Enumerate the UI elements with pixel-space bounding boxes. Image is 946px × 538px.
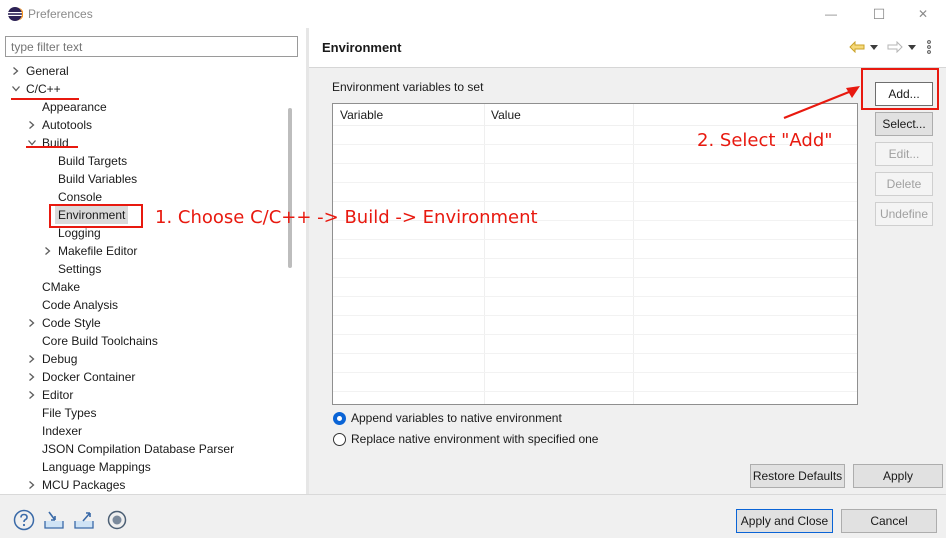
preference-page: Environment Environment variables to set… xyxy=(309,28,946,494)
select-button[interactable]: Select... xyxy=(875,112,933,136)
tree-item-appearance[interactable]: Appearance xyxy=(42,98,107,116)
import-icon[interactable] xyxy=(43,509,65,531)
tree-item-language-mappings[interactable]: Language Mappings xyxy=(42,458,151,476)
tree-item-code-analysis[interactable]: Code Analysis xyxy=(42,296,118,314)
tree-item-build-targets[interactable]: Build Targets xyxy=(58,152,127,170)
table-row xyxy=(333,239,857,240)
chevron-right-icon[interactable] xyxy=(27,314,37,332)
table-row xyxy=(333,258,857,259)
append-radio-label: Append variables to native environment xyxy=(351,411,562,425)
chevron-right-icon[interactable] xyxy=(11,62,21,80)
title-bar: Preferences — ☐ ✕ xyxy=(0,0,946,28)
restore-defaults-button[interactable]: Restore Defaults xyxy=(750,464,845,488)
table-row xyxy=(333,277,857,278)
view-menu-icon[interactable] xyxy=(924,38,934,56)
radio-checked-icon xyxy=(333,411,346,425)
chevron-right-icon[interactable] xyxy=(27,476,37,494)
help-icon[interactable] xyxy=(13,509,35,531)
cancel-button[interactable]: Cancel xyxy=(841,509,937,533)
tree-item-code-style[interactable]: Code Style xyxy=(42,314,101,332)
table-row xyxy=(333,315,857,316)
table-header: Variable Value xyxy=(333,104,857,126)
close-button[interactable]: ✕ xyxy=(900,0,946,28)
tree-item-general[interactable]: General xyxy=(26,62,69,80)
chevron-right-icon[interactable] xyxy=(27,368,37,386)
tree-item-autotools[interactable]: Autotools xyxy=(42,116,92,134)
back-arrow-icon[interactable] xyxy=(848,38,866,56)
page-title: Environment xyxy=(322,40,402,55)
replace-radio[interactable]: Replace native environment with specifie… xyxy=(333,431,598,447)
table-row xyxy=(333,182,857,183)
table-row xyxy=(333,220,857,221)
env-variables-label: Environment variables to set xyxy=(332,80,484,94)
edit-button[interactable]: Edit... xyxy=(875,142,933,166)
page-header: Environment xyxy=(309,28,946,68)
tree-item-json-compilation-database-parser[interactable]: JSON Compilation Database Parser xyxy=(42,440,234,458)
forward-dropdown-icon[interactable] xyxy=(907,38,917,56)
append-radio[interactable]: Append variables to native environment xyxy=(333,410,562,426)
tree-item-console[interactable]: Console xyxy=(58,188,102,206)
table-row xyxy=(333,391,857,392)
tree-scrollbar[interactable] xyxy=(288,108,292,268)
table-row xyxy=(333,296,857,297)
undefine-button[interactable]: Undefine xyxy=(875,202,933,226)
back-dropdown-icon[interactable] xyxy=(869,38,879,56)
tree-item-editor[interactable]: Editor xyxy=(42,386,73,404)
tree-item-c-c[interactable]: C/C++ xyxy=(26,80,61,98)
record-icon[interactable] xyxy=(106,509,128,531)
dialog-footer: Apply and Close Cancel xyxy=(0,494,946,538)
chevron-down-icon[interactable] xyxy=(11,80,21,98)
apply-and-close-button[interactable]: Apply and Close xyxy=(736,509,833,533)
column-header-value[interactable]: Value xyxy=(484,104,633,126)
add-button[interactable]: Add... xyxy=(875,82,933,106)
tree-item-build[interactable]: Build xyxy=(42,134,69,152)
forward-arrow-icon[interactable] xyxy=(886,38,904,56)
table-row xyxy=(333,353,857,354)
delete-button[interactable]: Delete xyxy=(875,172,933,196)
table-row xyxy=(333,372,857,373)
window-title: Preferences xyxy=(28,7,93,21)
chevron-right-icon[interactable] xyxy=(27,350,37,368)
replace-radio-label: Replace native environment with specifie… xyxy=(351,432,599,446)
minimize-button[interactable]: — xyxy=(808,0,854,28)
env-variables-table[interactable]: Variable Value xyxy=(332,103,858,405)
chevron-right-icon[interactable] xyxy=(27,116,37,134)
radio-unchecked-icon xyxy=(333,432,346,446)
tree-item-mcu-packages[interactable]: MCU Packages xyxy=(42,476,125,494)
chevron-right-icon[interactable] xyxy=(43,242,53,260)
tree-item-logging[interactable]: Logging xyxy=(58,224,101,242)
tree-item-environment[interactable]: Environment xyxy=(55,206,129,224)
tree-item-docker-container[interactable]: Docker Container xyxy=(42,368,135,386)
maximize-icon: ☐ xyxy=(872,5,886,22)
chevron-down-icon[interactable] xyxy=(27,134,37,152)
chevron-right-icon[interactable] xyxy=(27,386,37,404)
table-row xyxy=(333,334,857,335)
tree-item-debug[interactable]: Debug xyxy=(42,350,77,368)
tree-item-build-variables[interactable]: Build Variables xyxy=(58,170,137,188)
tree-item-indexer[interactable]: Indexer xyxy=(42,422,82,440)
tree-item-settings[interactable]: Settings xyxy=(58,260,101,278)
preference-tree: General C/C++ Appearance Autotools Build Buil… xyxy=(0,62,290,494)
tree-item-makefile-editor[interactable]: Makefile Editor xyxy=(58,242,137,260)
export-icon[interactable] xyxy=(73,509,95,531)
tree-item-file-types[interactable]: File Types xyxy=(42,404,96,422)
apply-button[interactable]: Apply xyxy=(853,464,943,488)
table-row xyxy=(333,163,857,164)
column-header-variable[interactable]: Variable xyxy=(333,104,484,126)
preference-tree-pane: GeneralC/C++AppearanceAutotoolsBuildBuil… xyxy=(0,28,306,494)
minimize-icon: — xyxy=(825,7,837,21)
tree-item-core-build-toolchains[interactable]: Core Build Toolchains xyxy=(42,332,158,350)
tree-item-cmake[interactable]: CMake xyxy=(42,278,80,296)
eclipse-logo-icon xyxy=(7,6,24,22)
close-icon: ✕ xyxy=(917,7,929,21)
table-row xyxy=(333,144,857,145)
maximize-button[interactable]: ☐ xyxy=(856,0,902,28)
filter-input[interactable] xyxy=(5,36,298,57)
table-row xyxy=(333,201,857,202)
